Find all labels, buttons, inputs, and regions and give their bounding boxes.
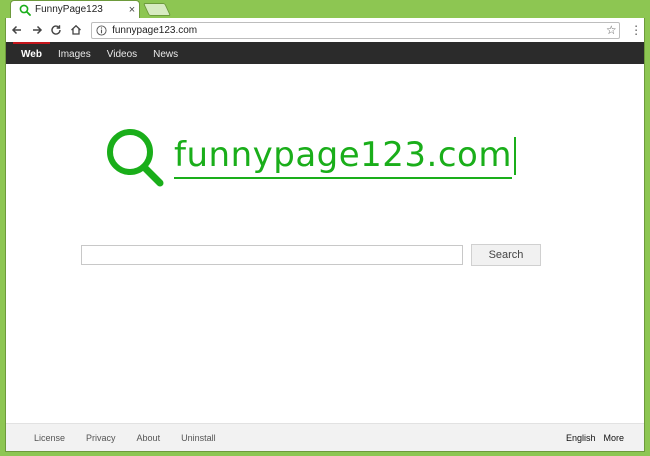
nav-videos[interactable]: Videos bbox=[99, 42, 145, 64]
new-tab-button[interactable] bbox=[142, 3, 172, 16]
tab-title: FunnyPage123 bbox=[35, 4, 103, 15]
reload-icon bbox=[51, 25, 62, 35]
search-favicon-icon bbox=[19, 4, 31, 16]
page-viewport: Web Images Videos News funnypage123.com … bbox=[5, 42, 645, 452]
bookmark-star-icon[interactable]: ☆ bbox=[603, 23, 619, 37]
footer-links: License Privacy About Uninstall bbox=[34, 433, 237, 443]
nav-images[interactable]: Images bbox=[50, 42, 99, 64]
tab-close-icon[interactable]: × bbox=[125, 4, 139, 16]
reload-button[interactable] bbox=[48, 21, 66, 39]
forward-button[interactable] bbox=[28, 21, 46, 39]
search-input[interactable] bbox=[81, 245, 463, 265]
home-button[interactable] bbox=[67, 21, 85, 39]
nav-news[interactable]: News bbox=[145, 42, 186, 64]
browser-menu-icon[interactable]: ⋮ bbox=[628, 24, 644, 36]
home-icon bbox=[71, 24, 82, 35]
page-footer: License Privacy About Uninstall English … bbox=[6, 423, 644, 451]
nav-web[interactable]: Web bbox=[13, 42, 50, 64]
logo-text: funnypage123.com bbox=[174, 135, 516, 179]
url-text: funnypage123.com bbox=[112, 24, 198, 36]
tab-strip: FunnyPage123 × bbox=[0, 0, 650, 18]
forward-arrow-icon bbox=[32, 25, 42, 35]
search-type-nav: Web Images Videos News bbox=[6, 42, 644, 64]
footer-right: English More bbox=[558, 433, 624, 443]
footer-license-link[interactable]: License bbox=[34, 433, 65, 443]
address-bar[interactable]: funnypage123.com ☆ bbox=[91, 21, 621, 39]
back-button[interactable] bbox=[8, 21, 26, 39]
back-arrow-icon bbox=[11, 25, 21, 35]
footer-more-link[interactable]: More bbox=[603, 433, 624, 443]
site-logo: funnypage123.com bbox=[104, 126, 544, 188]
logo-caret bbox=[513, 137, 516, 175]
magnifier-logo-icon bbox=[107, 129, 164, 187]
footer-privacy-link[interactable]: Privacy bbox=[86, 433, 116, 443]
footer-about-link[interactable]: About bbox=[137, 433, 161, 443]
info-icon bbox=[96, 24, 107, 36]
search-button[interactable]: Search bbox=[471, 244, 541, 266]
browser-tab[interactable]: FunnyPage123 × bbox=[10, 0, 140, 18]
logo-text-label: funnypage123.com bbox=[174, 135, 512, 175]
footer-uninstall-link[interactable]: Uninstall bbox=[181, 433, 216, 443]
browser-toolbar: funnypage123.com ☆ ⋮ bbox=[5, 18, 645, 42]
search-row: Search bbox=[81, 244, 541, 266]
footer-language-link[interactable]: English bbox=[566, 433, 596, 443]
